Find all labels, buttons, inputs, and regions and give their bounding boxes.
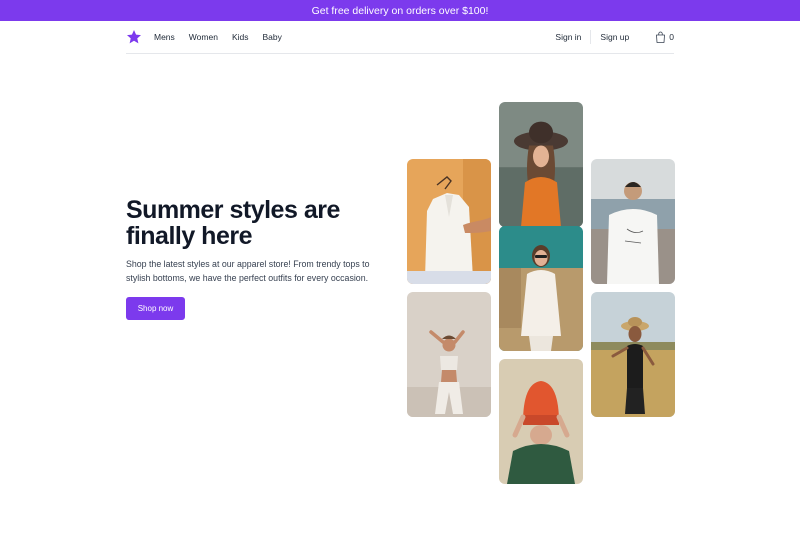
sign-in-link[interactable]: Sign in	[555, 32, 581, 42]
shop-now-button[interactable]: Shop now	[126, 297, 185, 320]
cart-count: 0	[669, 32, 674, 42]
promo-text: Get free delivery on orders over $100!	[311, 4, 489, 17]
promo-banner: Get free delivery on orders over $100!	[0, 0, 800, 21]
gallery-image-red-beanie[interactable]	[499, 359, 583, 484]
hero-title: Summer styles are finally here	[126, 196, 340, 250]
shopping-bag-icon	[656, 31, 666, 43]
gallery-image-crop-top[interactable]	[407, 292, 491, 417]
gallery-image-straw-hat[interactable]	[591, 292, 675, 417]
gallery-image-white-tshirt[interactable]	[591, 159, 675, 284]
star-icon[interactable]	[126, 29, 142, 45]
nav-divider	[590, 30, 592, 44]
gallery-image-shirt-hanger[interactable]	[407, 159, 491, 284]
hero-description: Shop the latest styles at our apparel st…	[126, 259, 370, 283]
gallery-image-wide-brim-hat[interactable]	[499, 102, 583, 227]
sign-up-link[interactable]: Sign up	[600, 32, 629, 42]
nav-link-kids[interactable]: Kids	[232, 32, 249, 42]
cart-button[interactable]: 0	[655, 31, 674, 43]
account-actions: Sign in Sign up 0	[555, 21, 674, 53]
nav-link-baby[interactable]: Baby	[262, 32, 281, 42]
nav-link-women[interactable]: Women	[189, 32, 218, 42]
main-navigation: Mens Women Kids Baby Sign in Sign up 0	[126, 21, 674, 54]
nav-link-mens[interactable]: Mens	[154, 32, 175, 42]
gallery-image-sunglasses-dress[interactable]	[499, 226, 583, 351]
